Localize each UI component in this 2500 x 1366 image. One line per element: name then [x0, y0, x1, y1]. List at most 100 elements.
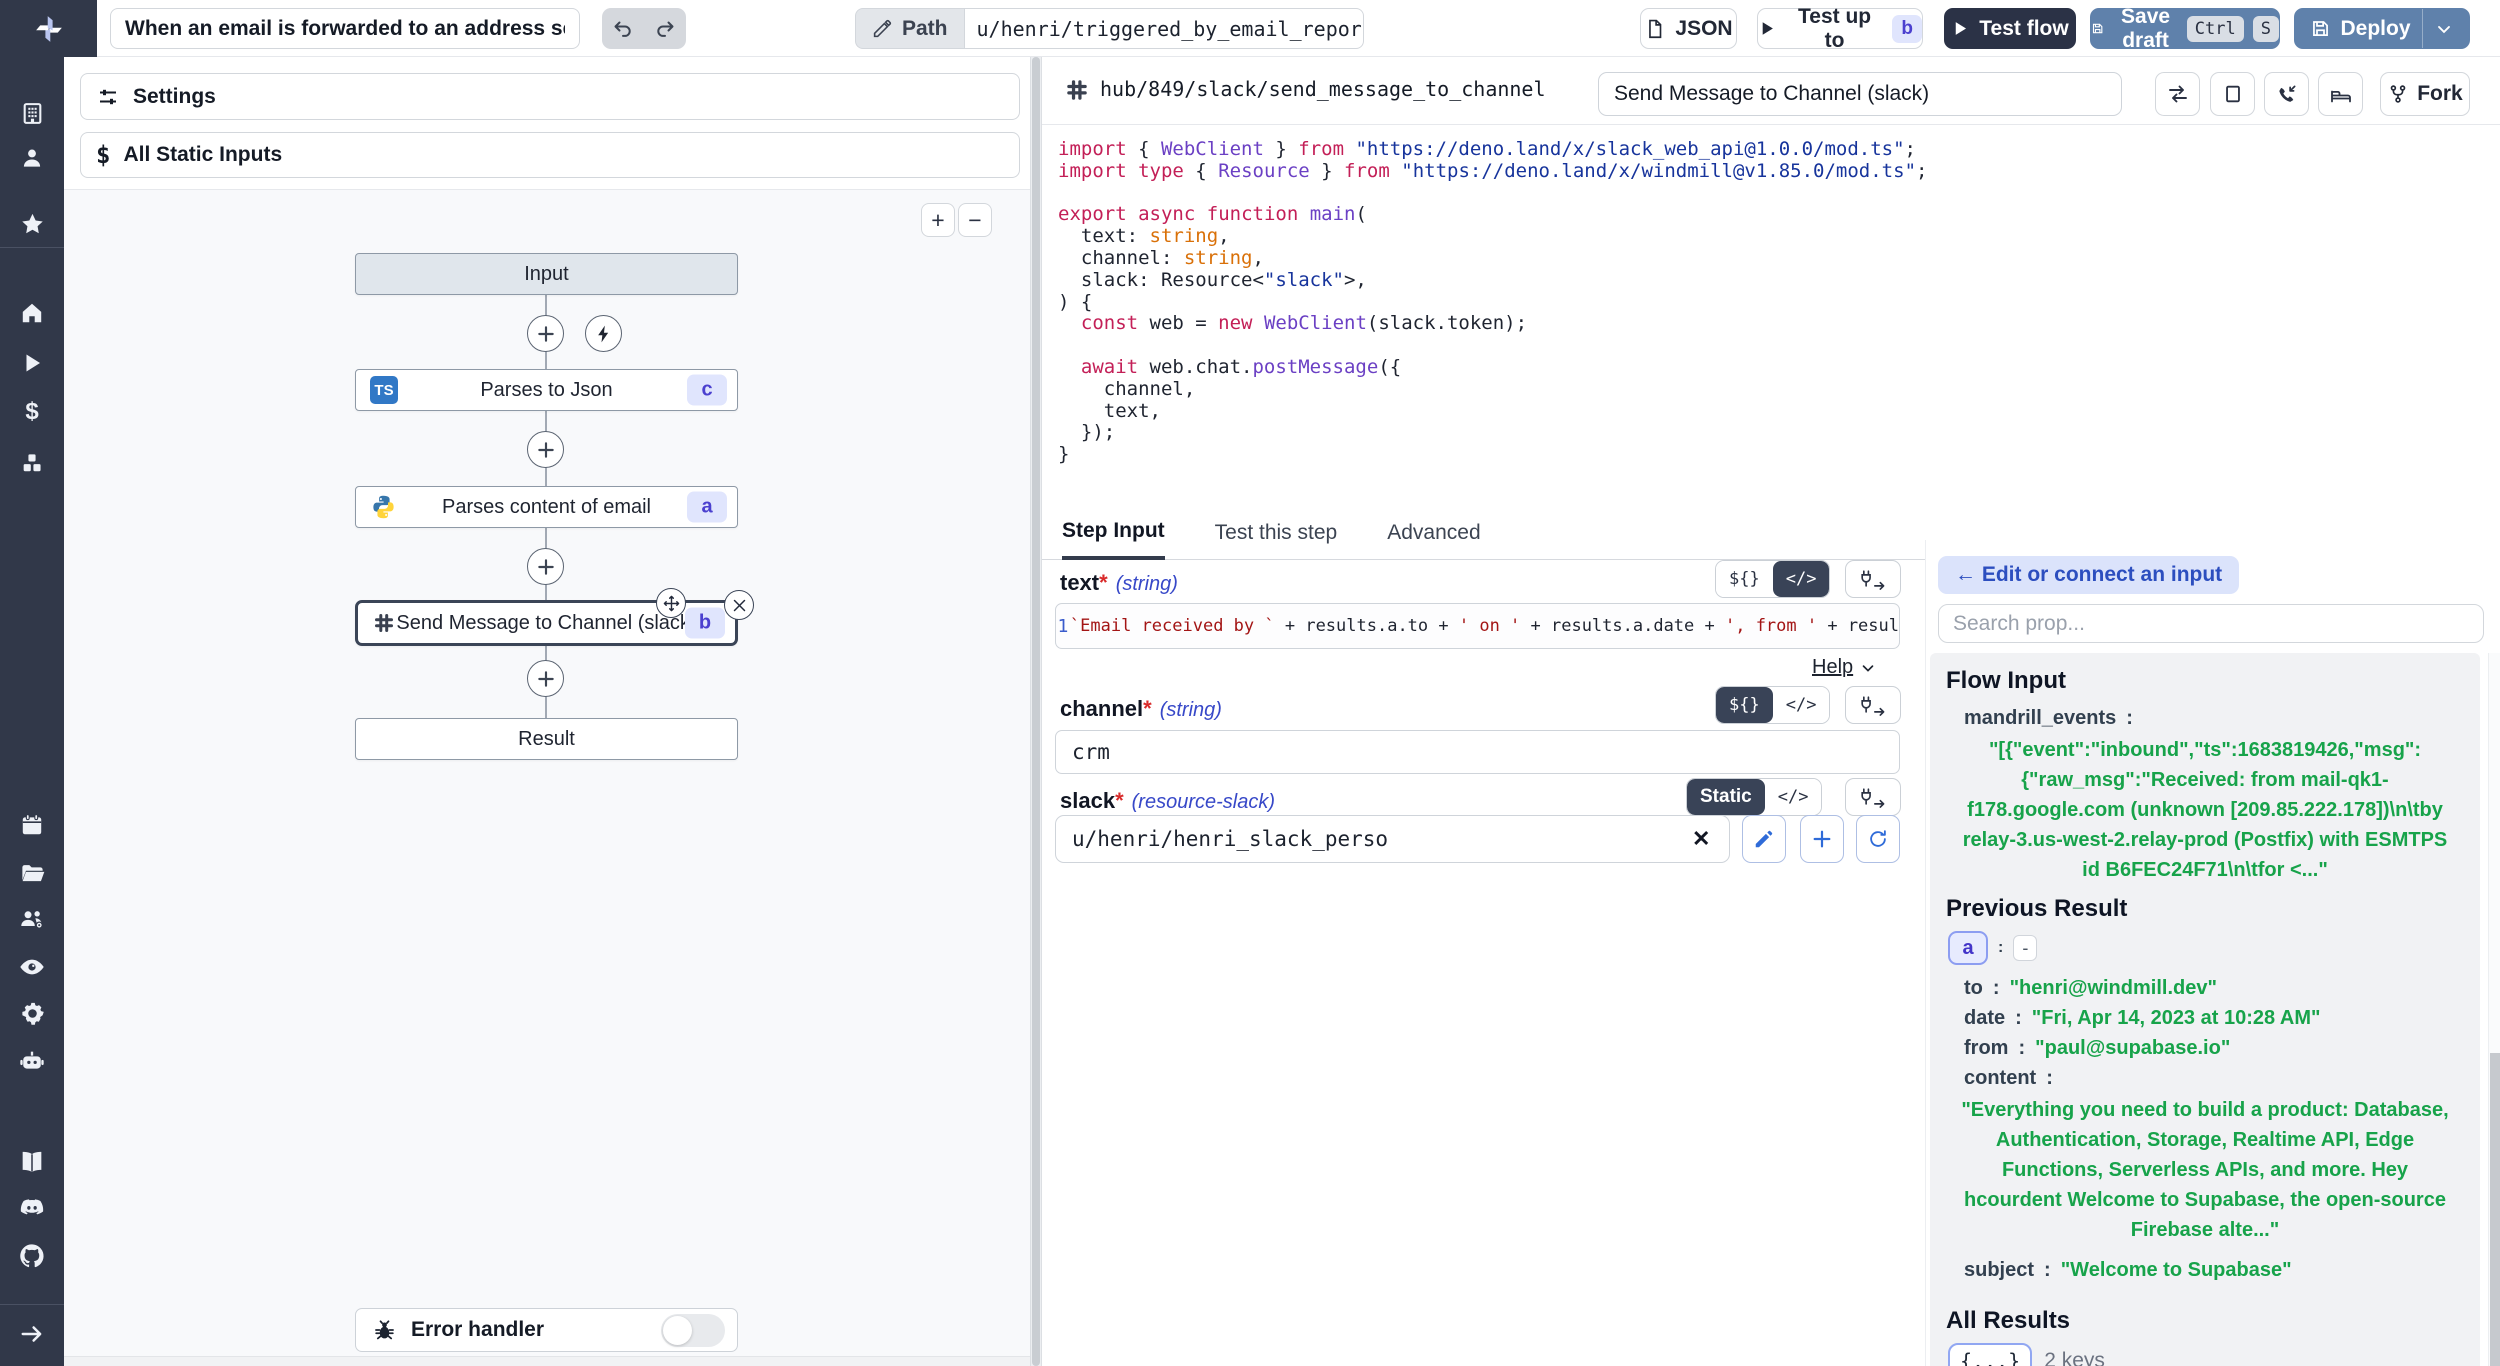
panel-splitter[interactable]	[1030, 57, 1042, 1366]
insert-step-button[interactable]	[527, 315, 564, 352]
sidebar-item-variables[interactable]: $	[0, 394, 64, 430]
scrollbar-thumb[interactable]	[2490, 1053, 2500, 1366]
prop-picker-scroll[interactable]: Flow Input mandrill_events: "[{"event":"…	[1930, 653, 2480, 1366]
result-a-badge[interactable]: a	[1948, 931, 1988, 965]
zoom-in-button[interactable]: +	[921, 203, 955, 237]
sidebar-item-schedules[interactable]	[0, 807, 64, 843]
sidebar-item-runs[interactable]	[0, 345, 64, 381]
result-date-row[interactable]: date:"Fri, Apr 14, 2023 at 10:28 AM"	[1946, 1003, 2472, 1033]
flow-canvas[interactable]: + − Input TS Parses to Json c	[64, 189, 1030, 1366]
sidebar-item-favorites[interactable]	[0, 206, 64, 242]
all-results-object-badge[interactable]: {...}	[1948, 1343, 2032, 1366]
mode-javascript-option[interactable]: </>	[1765, 779, 1822, 815]
zoom-out-button[interactable]: −	[958, 203, 992, 237]
save-draft-button[interactable]: Save draft Ctrl S	[2090, 8, 2280, 49]
connect-input-button[interactable]	[1845, 686, 1901, 724]
swap-script-button[interactable]	[2155, 72, 2200, 116]
error-handler-node[interactable]: Error handler	[355, 1308, 738, 1352]
flow-node-parses-content-of-email[interactable]: Parses content of email a	[355, 486, 738, 528]
tab-advanced[interactable]: Advanced	[1387, 505, 1480, 560]
flow-settings-button[interactable]: Settings	[80, 73, 1020, 120]
mode-template-option[interactable]: ${}	[1716, 687, 1773, 723]
flow-node-result[interactable]: Result	[355, 718, 738, 760]
code-editor[interactable]: import { WebClient } from "https://deno.…	[1042, 125, 1925, 505]
insert-step-button[interactable]	[527, 548, 564, 585]
sleep-step-button[interactable]	[2318, 72, 2363, 116]
sidebar-item-workers[interactable]	[0, 1043, 64, 1079]
sidebar-item-user[interactable]	[0, 140, 64, 176]
flow-node-input[interactable]: Input	[355, 253, 738, 295]
result-to-row[interactable]: to:"henri@windmill.dev"	[1946, 973, 2472, 1003]
test-up-to-button[interactable]: Test up to b	[1757, 8, 1923, 49]
flow-input-value[interactable]: "[{"event":"inbound","ts":1683819426,"ms…	[1952, 735, 2458, 885]
prop-picker-panel: ← Edit or connect an input Flow Input ma…	[1925, 540, 2500, 1366]
channel-value-input[interactable]	[1055, 730, 1900, 774]
sidebar-expand-button[interactable]	[0, 1316, 64, 1352]
insert-step-button[interactable]	[527, 660, 564, 697]
flow-name-input[interactable]	[110, 8, 580, 49]
result-content-value[interactable]: "Everything you need to build a product:…	[1952, 1095, 2458, 1245]
text-expression-editor[interactable]: 1 `Email received by ` + results.a.to + …	[1055, 603, 1900, 649]
sidebar-item-settings[interactable]	[0, 995, 64, 1031]
box-view-button[interactable]	[2210, 72, 2255, 116]
prop-search-input[interactable]	[1938, 604, 2484, 643]
sidebar-item-home[interactable]	[0, 295, 64, 331]
path-edit-button[interactable]: Path	[855, 8, 964, 49]
connect-input-button[interactable]	[1845, 560, 1901, 598]
sidebar-item-groups[interactable]	[0, 901, 64, 937]
sidebar-item-audit-logs[interactable]	[0, 949, 64, 985]
tab-test-this-step[interactable]: Test this step	[1215, 505, 1338, 560]
help-link[interactable]: Help	[1812, 656, 1877, 679]
slack-resource-input[interactable]	[1055, 815, 1730, 863]
move-icon	[663, 595, 680, 612]
result-content-row[interactable]: content:	[1946, 1063, 2472, 1093]
add-resource-button[interactable]	[1800, 815, 1844, 863]
sidebar-item-workspace[interactable]	[0, 95, 64, 131]
prop-panel-scrollbar[interactable]	[2488, 653, 2500, 1366]
result-subject-row[interactable]: subject:"Welcome to Supabase"	[1946, 1255, 2472, 1285]
flow-input-key-row[interactable]: mandrill_events:	[1946, 703, 2472, 733]
sidebar-item-resources[interactable]	[0, 445, 64, 481]
json-button[interactable]: JSON	[1640, 8, 1737, 49]
undo-button[interactable]	[602, 8, 644, 49]
tab-step-input[interactable]: Step Input	[1062, 505, 1165, 560]
deploy-label: Deploy	[2340, 17, 2410, 41]
sidebar-item-discord[interactable]	[0, 1190, 64, 1226]
clear-resource-button[interactable]: ✕	[1692, 826, 1710, 852]
refresh-resource-button[interactable]	[1856, 815, 1900, 863]
all-static-inputs-button[interactable]: $ All Static Inputs	[80, 132, 1020, 178]
move-step-button[interactable]	[656, 588, 686, 618]
node-id-badge[interactable]: b	[685, 608, 725, 639]
mode-javascript-option[interactable]: </>	[1773, 687, 1830, 723]
scrollbar-thumb[interactable]	[1032, 57, 1040, 1366]
deploy-button[interactable]: Deploy	[2294, 8, 2470, 49]
mode-template-option[interactable]: ${}	[1716, 561, 1773, 597]
redo-button[interactable]	[644, 8, 686, 49]
chevron-down-icon[interactable]	[2434, 19, 2454, 39]
sidebar-item-folders[interactable]	[0, 855, 64, 891]
sidebar-item-github[interactable]	[0, 1238, 64, 1274]
node-id-badge[interactable]: a	[687, 492, 727, 523]
step-summary-input[interactable]	[1598, 72, 2122, 116]
collapse-button[interactable]: -	[2013, 935, 2037, 961]
path-input[interactable]: u/henri/triggered_by_email_report_email	[964, 8, 1364, 49]
sidebar-item-docs[interactable]	[0, 1144, 64, 1180]
trigger-step-button[interactable]	[585, 315, 622, 352]
step-badge-b[interactable]: b	[1892, 15, 1922, 43]
flow-input-heading: Flow Input	[1946, 667, 2472, 695]
result-from-row[interactable]: from:"paul@supabase.io"	[1946, 1033, 2472, 1063]
insert-step-button[interactable]	[527, 431, 564, 468]
error-handler-toggle[interactable]	[661, 1314, 725, 1347]
suspend-approval-button[interactable]	[2264, 72, 2309, 116]
flow-node-parses-to-json[interactable]: TS Parses to Json c	[355, 369, 738, 411]
connect-input-button[interactable]	[1845, 778, 1901, 816]
fork-button[interactable]: Fork	[2380, 72, 2470, 116]
mode-javascript-option[interactable]: </>	[1773, 561, 1830, 597]
windmill-logo[interactable]	[0, 0, 97, 57]
edit-or-connect-button[interactable]: ← Edit or connect an input	[1938, 556, 2239, 594]
delete-step-button[interactable]	[724, 590, 754, 620]
node-id-badge[interactable]: c	[687, 375, 727, 406]
mode-static-option[interactable]: Static	[1687, 779, 1765, 815]
test-flow-button[interactable]: Test flow	[1944, 8, 2076, 49]
edit-resource-button[interactable]	[1742, 815, 1786, 863]
